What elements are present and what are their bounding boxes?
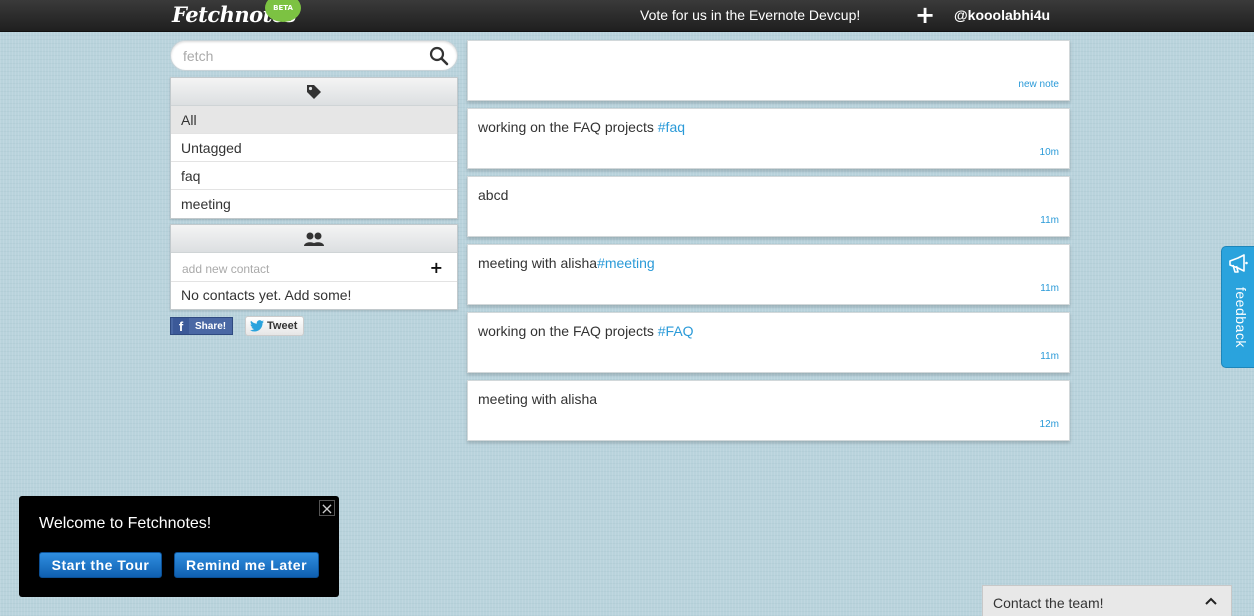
new-note-box[interactable]: new note bbox=[467, 40, 1070, 101]
welcome-title: Welcome to Fetchnotes! bbox=[39, 515, 212, 532]
tags-panel-header bbox=[171, 78, 457, 106]
add-contact-button[interactable]: + bbox=[430, 253, 443, 282]
facebook-share-label: Share! bbox=[195, 320, 227, 332]
feedback-tab[interactable]: feedback bbox=[1221, 246, 1254, 368]
feedback-label: feedback bbox=[1233, 287, 1249, 348]
no-contacts-text: No contacts yet. Add some! bbox=[181, 287, 352, 303]
note-time: 11m bbox=[1040, 283, 1059, 294]
note-card[interactable]: meeting with alisha#meeting 11m bbox=[467, 244, 1070, 305]
note-time: 10m bbox=[1039, 147, 1059, 158]
add-contact-input[interactable] bbox=[182, 262, 412, 276]
contacts-panel: + No contacts yet. Add some! bbox=[170, 224, 458, 310]
facebook-icon: f bbox=[173, 318, 189, 334]
tag-item-faq[interactable]: faq bbox=[171, 162, 457, 190]
note-card[interactable]: meeting with alisha 12m bbox=[467, 380, 1070, 441]
user-menu[interactable]: @kooolabhi4u bbox=[954, 7, 1050, 23]
note-hashtag[interactable]: #meeting bbox=[597, 255, 655, 271]
note-card[interactable]: working on the FAQ projects #faq 10m bbox=[467, 108, 1070, 169]
start-tour-button[interactable]: Start the Tour bbox=[39, 552, 162, 578]
note-text: working on the FAQ projects #FAQ bbox=[478, 323, 694, 339]
tweet-button[interactable]: Tweet bbox=[245, 316, 304, 336]
close-icon[interactable]: × bbox=[319, 500, 335, 517]
note-time: 11m bbox=[1040, 215, 1059, 226]
note-hashtag[interactable]: #faq bbox=[658, 119, 685, 135]
note-time: 12m bbox=[1039, 419, 1059, 430]
twitter-icon bbox=[250, 320, 264, 332]
note-card[interactable]: working on the FAQ projects #FAQ 11m bbox=[467, 312, 1070, 373]
tweet-label: Tweet bbox=[267, 320, 298, 332]
new-note-label[interactable]: new note bbox=[1018, 79, 1059, 90]
contact-team-bar[interactable]: Contact the team! bbox=[982, 585, 1232, 616]
new-note-input[interactable] bbox=[478, 49, 1058, 73]
contacts-icon bbox=[304, 232, 324, 246]
note-text: meeting with alisha#meeting bbox=[478, 255, 655, 271]
add-note-button[interactable]: + bbox=[914, 2, 936, 28]
chevron-up-icon[interactable] bbox=[1205, 597, 1217, 605]
note-text: meeting with alisha bbox=[478, 391, 598, 407]
search-input[interactable] bbox=[183, 46, 423, 66]
megaphone-icon bbox=[1229, 254, 1248, 273]
note-time: 11m bbox=[1040, 351, 1059, 362]
remind-later-button[interactable]: Remind me Later bbox=[174, 552, 319, 578]
contact-team-label: Contact the team! bbox=[993, 595, 1104, 611]
add-contact-row: + bbox=[171, 253, 457, 282]
tag-item-untagged[interactable]: Untagged bbox=[171, 134, 457, 162]
vote-link[interactable]: Vote for us in the Evernote Devcup! bbox=[640, 7, 860, 23]
tag-icon bbox=[307, 84, 321, 99]
note-card[interactable]: abcd 11m bbox=[467, 176, 1070, 237]
tag-item-all[interactable]: All bbox=[171, 106, 457, 134]
tags-panel: All Untagged faq meeting bbox=[170, 77, 458, 219]
search-icon[interactable] bbox=[429, 46, 449, 66]
note-text: abcd bbox=[478, 187, 509, 203]
facebook-share-button[interactable]: f Share! bbox=[170, 317, 233, 335]
note-text: working on the FAQ projects #faq bbox=[478, 119, 686, 135]
tag-item-meeting[interactable]: meeting bbox=[171, 190, 457, 218]
contacts-panel-header bbox=[171, 225, 457, 253]
welcome-popup: Welcome to Fetchnotes! × Start the Tour … bbox=[19, 496, 339, 597]
note-hashtag[interactable]: #FAQ bbox=[658, 323, 694, 339]
top-bar: Fetchnotes BETA Vote for us in the Evern… bbox=[0, 0, 1254, 32]
search-box bbox=[170, 40, 458, 71]
